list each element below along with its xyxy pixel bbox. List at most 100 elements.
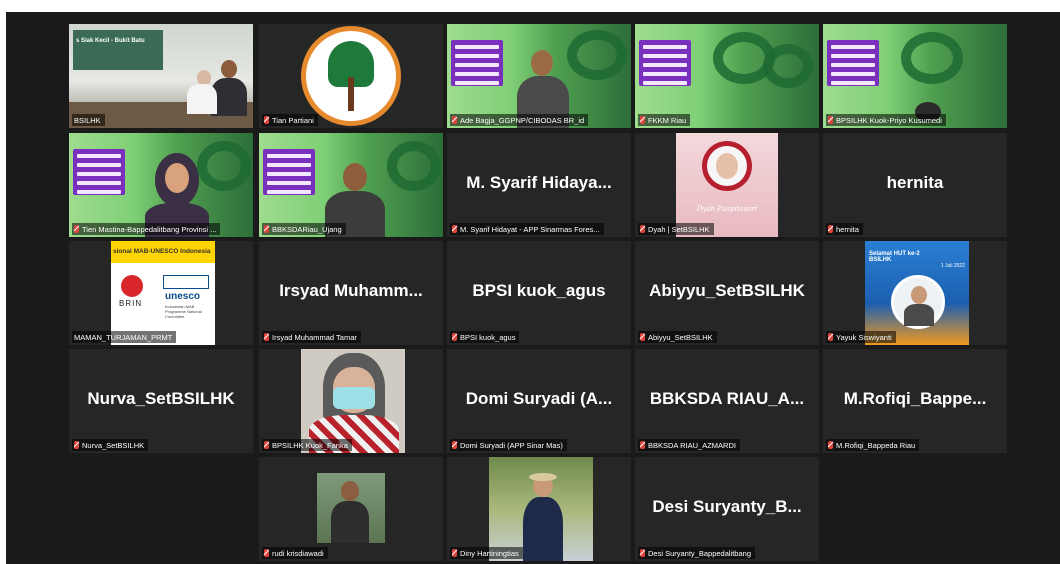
participant-name: Tian Partiani bbox=[272, 115, 314, 125]
participant-tile-desi[interactable]: Desi Suryanty_B... Desi Suryanty_Bappeda… bbox=[635, 457, 819, 561]
poster-title: Selamat HUT ke-2 BSILHK bbox=[869, 251, 920, 263]
brin-text: BRIN bbox=[119, 299, 143, 308]
forest-ring-graphic bbox=[387, 141, 441, 191]
participant-tile-hernita[interactable]: hernita hernita bbox=[823, 133, 1007, 237]
muted-mic-icon bbox=[640, 549, 645, 557]
card-caption: Dyah Puspitasari bbox=[696, 205, 758, 213]
muted-mic-icon bbox=[828, 441, 833, 449]
muted-mic-icon bbox=[452, 549, 457, 557]
forest-ring-graphic bbox=[901, 32, 963, 84]
participant-tile-rofiqi[interactable]: M.Rofiqi_Bappe... M.Rofiqi_Bappeda Riau bbox=[823, 349, 1007, 453]
participant-name: Diny Hartiningtias bbox=[460, 548, 519, 558]
participant-label: FKKM Riau bbox=[638, 114, 691, 126]
participant-label: hernita bbox=[826, 223, 863, 235]
poster-photo bbox=[891, 275, 945, 329]
brin-logo-icon bbox=[121, 275, 143, 297]
participant-tile-azmardi[interactable]: BBKSDA RIAU_A... BBKSDA RIAU_AZMARDI bbox=[635, 349, 819, 453]
video-grid: s Siak Kecil - Bukit Batu BSILHK Tian Pa… bbox=[6, 12, 1060, 564]
participant-label: rudi krisdiawadi bbox=[262, 547, 328, 559]
person-head bbox=[221, 60, 237, 78]
participant-tile-ujang[interactable]: BBKSDARiau_Ujang bbox=[259, 133, 443, 237]
participant-tile-irsyad[interactable]: Irsyad Muhamm... Irsyad Muhammad Tamar bbox=[259, 241, 443, 345]
participant-name: Nurva_SetBSILHK bbox=[82, 440, 145, 450]
participant-tile-yayuk[interactable]: Selamat HUT ke-2 BSILHK 1 Juli 2022 Yayu… bbox=[823, 241, 1007, 345]
participant-label: BSILHK bbox=[72, 114, 105, 126]
participant-label: BBKSDARiau_Ujang bbox=[262, 223, 346, 235]
participant-display-name: Desi Suryanty_B... bbox=[652, 497, 802, 516]
participant-tile-nurva[interactable]: Nurva_SetBSILHK Nurva_SetBSILHK bbox=[69, 349, 253, 453]
participant-label: Diny Hartiningtias bbox=[450, 547, 523, 559]
participant-label: Dyah | SetBSILHK bbox=[638, 223, 714, 235]
participant-label: Tian Partiani bbox=[262, 114, 318, 126]
participant-label: Nurva_SetBSILHK bbox=[72, 439, 149, 451]
muted-mic-icon bbox=[452, 333, 457, 341]
participant-label: Desi Suryanty_Bappedalitbang bbox=[638, 547, 755, 559]
participant-tile-diny[interactable]: Diny Hartiningtias bbox=[447, 457, 631, 561]
participant-tile-ade[interactable]: Ade Bagja_GGPNP/CIBODAS BR_id bbox=[447, 24, 631, 128]
muted-mic-icon bbox=[640, 441, 645, 449]
participant-display-name: BBKSDA RIAU_A... bbox=[649, 389, 805, 408]
muted-mic-icon bbox=[264, 225, 269, 233]
participant-display-name: BPSI kuok_agus bbox=[472, 281, 606, 300]
person-body bbox=[187, 84, 217, 114]
person-head bbox=[343, 163, 367, 191]
muted-mic-icon bbox=[828, 333, 833, 341]
participant-tile-tian[interactable]: Tian Partiani bbox=[259, 24, 443, 128]
participant-tile-domi[interactable]: Domi Suryadi (A... Domi Suryadi (APP Sin… bbox=[447, 349, 631, 453]
participant-label: Tien Mastina-Bappedalitbang Provinsi ... bbox=[72, 223, 221, 235]
participant-tile-priyo[interactable]: BPSILHK Kuok-Priyo Kusumedi bbox=[823, 24, 1007, 128]
participant-display-name: M. Syarif Hidaya... bbox=[466, 173, 612, 192]
participant-label: Ade Bagja_GGPNP/CIBODAS BR_id bbox=[450, 114, 589, 126]
participant-tile-bsilhk[interactable]: s Siak Kecil - Bukit Batu BSILHK bbox=[69, 24, 253, 128]
participant-tile-dyah[interactable]: Dyah Puspitasari Dyah | SetBSILHK bbox=[635, 133, 819, 237]
video-feed bbox=[489, 457, 593, 561]
poster-date: 1 Juli 2022 bbox=[940, 263, 965, 269]
participant-label: MAMAN_TURJAMAN_PRMT bbox=[72, 331, 177, 343]
muted-mic-icon bbox=[828, 116, 833, 124]
event-banner-title bbox=[827, 40, 879, 86]
muted-mic-icon bbox=[828, 225, 833, 233]
muted-mic-icon bbox=[74, 441, 79, 449]
video-feed bbox=[317, 473, 385, 543]
slide-title: sional MAB-UNESCO Indonesia bbox=[111, 241, 215, 263]
participant-tile-maman[interactable]: sional MAB-UNESCO Indonesia BRIN unesco … bbox=[69, 241, 253, 345]
forestry-logo-icon bbox=[301, 26, 401, 126]
participant-display-name: Irsyad Muhamm... bbox=[279, 281, 423, 300]
muted-mic-icon bbox=[264, 116, 269, 124]
participant-name: BBKSDARiau_Ujang bbox=[272, 224, 342, 234]
participant-label: Yayuk Siswiyanti bbox=[826, 331, 896, 343]
participant-tile-agus[interactable]: BPSI kuok_agus BPSI kuok_agus bbox=[447, 241, 631, 345]
muted-mic-icon bbox=[640, 333, 645, 341]
participant-label: BPSILHK Kuok-Priyo Kusumedi bbox=[826, 114, 946, 126]
muted-mic-icon bbox=[264, 441, 269, 449]
forest-ring-graphic bbox=[197, 141, 251, 191]
participant-name: BPSI kuok_agus bbox=[460, 332, 516, 342]
muted-mic-icon bbox=[452, 441, 457, 449]
participant-name: Irsyad Muhammad Tamar bbox=[272, 332, 357, 342]
unesco-text: unesco bbox=[165, 291, 201, 302]
participant-tile-syarif[interactable]: M. Syarif Hidaya... M. Syarif Hidayat - … bbox=[447, 133, 631, 237]
participant-name: Desi Suryanty_Bappedalitbang bbox=[648, 548, 751, 558]
participant-label: M.Rofiqi_Bappeda Riau bbox=[826, 439, 920, 451]
participant-name: BBKSDA RIAU_AZMARDI bbox=[648, 440, 736, 450]
participant-tile-tien[interactable]: Tien Mastina-Bappedalitbang Provinsi ... bbox=[69, 133, 253, 237]
participant-tile-rudi[interactable]: rudi krisdiawadi bbox=[259, 457, 443, 561]
participant-name: rudi krisdiawadi bbox=[272, 548, 324, 558]
participant-tile-abiyyu[interactable]: Abiyyu_SetBSILHK Abiyyu_SetBSILHK bbox=[635, 241, 819, 345]
participant-name: Domi Suryadi (APP Sinar Mas) bbox=[460, 440, 563, 450]
participant-name: FKKM Riau bbox=[648, 115, 687, 125]
person-face bbox=[165, 163, 189, 193]
participant-name: MAMAN_TURJAMAN_PRMT bbox=[74, 332, 173, 342]
participant-display-name: Domi Suryadi (A... bbox=[465, 389, 613, 408]
video-feed bbox=[301, 349, 405, 453]
participant-display-name: M.Rofiqi_Bappe... bbox=[843, 389, 987, 408]
anniversary-poster: Selamat HUT ke-2 BSILHK 1 Juli 2022 bbox=[865, 241, 969, 345]
participant-tile-farika[interactable]: BPSILHK Kuok_Farika bbox=[259, 349, 443, 453]
participant-tile-fkkm[interactable]: FKKM Riau bbox=[635, 24, 819, 128]
participant-name: Tien Mastina-Bappedalitbang Provinsi ... bbox=[82, 224, 217, 234]
participant-name: Ade Bagja_GGPNP/CIBODAS BR_id bbox=[460, 115, 585, 125]
muted-mic-icon bbox=[640, 225, 645, 233]
profile-card: Dyah Puspitasari bbox=[676, 133, 778, 237]
unesco-subtext: Indonesian MAB Programme National Commit… bbox=[165, 304, 202, 319]
participant-display-name: Nurva_SetBSILHK bbox=[87, 389, 235, 408]
